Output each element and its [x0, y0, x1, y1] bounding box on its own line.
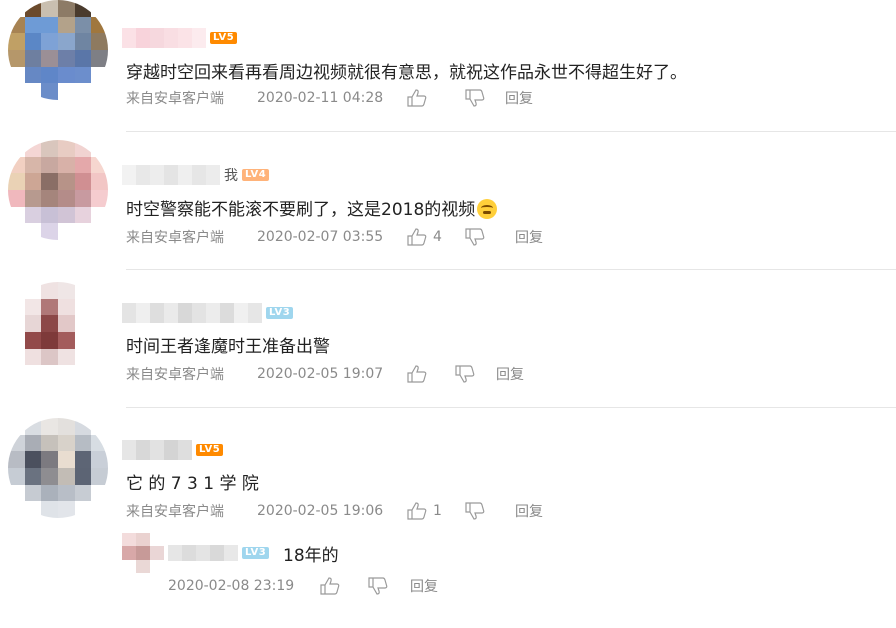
- like-count: 4: [433, 229, 442, 245]
- level-badge: LV3: [242, 547, 270, 559]
- like-button[interactable]: [407, 365, 455, 383]
- username-redacted: [122, 303, 262, 323]
- thumb-up-icon: [407, 228, 427, 246]
- like-button[interactable]: 1: [407, 502, 465, 520]
- reply-button[interactable]: 回复: [410, 576, 438, 596]
- source-label: 来自安卓客户端: [126, 230, 224, 246]
- comment-meta: 2020-02-08 23:19 回复: [168, 576, 438, 596]
- divider: [126, 407, 896, 408]
- dislike-button[interactable]: [465, 89, 505, 107]
- thumb-up-icon: [407, 89, 427, 107]
- comment-meta: 来自安卓客户端 2020-02-05 19:07 回复: [126, 364, 524, 384]
- dislike-button[interactable]: [465, 228, 515, 246]
- reply-button[interactable]: 回复: [515, 227, 543, 247]
- avatar[interactable]: [122, 533, 164, 573]
- like-button[interactable]: 4: [407, 228, 465, 246]
- divider: [126, 269, 896, 270]
- comment-meta: 来自安卓客户端 2020-02-05 19:06 1 回复: [126, 501, 543, 521]
- avatar[interactable]: [8, 418, 108, 518]
- comment-text-body: 时空警察能不能滚不要刷了，这是2018的视频: [126, 200, 476, 220]
- username[interactable]: LV5: [122, 27, 238, 49]
- thumb-down-icon: [465, 89, 485, 107]
- dislike-button[interactable]: [465, 502, 515, 520]
- comment-meta: 来自安卓客户端 2020-02-11 04:28 回复: [126, 88, 533, 108]
- source-label: 来自安卓客户端: [126, 504, 224, 520]
- reply-text: 18年的: [283, 546, 339, 566]
- username[interactable]: LV5: [122, 439, 224, 461]
- thumb-down-icon: [368, 577, 388, 595]
- comment-text: 穿越时空回来看再看周边视频就很有意思，就祝这作品永世不得超生好了。: [126, 63, 687, 83]
- thumb-up-icon: [407, 365, 427, 383]
- username-tail: 我: [224, 168, 238, 184]
- source-label: 来自安卓客户端: [126, 91, 224, 107]
- timestamp: 2020-02-08 23:19: [168, 578, 295, 594]
- level-badge: LV4: [242, 169, 270, 181]
- emoji-icon: [477, 199, 498, 219]
- reply-button[interactable]: 回复: [515, 501, 543, 521]
- avatar[interactable]: [8, 140, 108, 240]
- timestamp: 2020-02-05 19:07: [257, 366, 384, 382]
- level-badge: LV3: [266, 307, 294, 319]
- username-redacted: [122, 165, 220, 185]
- thumb-up-icon: [407, 502, 427, 520]
- username[interactable]: LV3: [168, 542, 270, 564]
- like-button[interactable]: [407, 89, 465, 107]
- thumb-down-icon: [455, 365, 475, 383]
- dislike-button[interactable]: [368, 577, 410, 595]
- thumb-down-icon: [465, 502, 485, 520]
- reply-button[interactable]: 回复: [505, 88, 533, 108]
- divider: [126, 131, 896, 132]
- comment-text: 它 的 7 3 1 学 院: [126, 474, 259, 494]
- level-badge: LV5: [196, 444, 224, 456]
- dislike-button[interactable]: [455, 365, 496, 383]
- username-redacted: [122, 440, 192, 460]
- avatar[interactable]: [8, 0, 108, 100]
- like-button[interactable]: [320, 577, 368, 595]
- username-redacted: [122, 28, 206, 48]
- thumb-down-icon: [465, 228, 485, 246]
- avatar[interactable]: [8, 282, 108, 382]
- thumb-up-icon: [320, 577, 340, 595]
- timestamp: 2020-02-11 04:28: [257, 90, 384, 106]
- like-count: 1: [433, 503, 442, 519]
- reply-button[interactable]: 回复: [496, 364, 524, 384]
- level-badge: LV5: [210, 32, 238, 44]
- timestamp: 2020-02-07 03:55: [257, 229, 384, 245]
- comment-text: 时空警察能不能滚不要刷了，这是2018的视频: [126, 195, 498, 220]
- comment-meta: 来自安卓客户端 2020-02-07 03:55 4 回复: [126, 227, 543, 247]
- username[interactable]: 我 LV4: [122, 164, 270, 186]
- timestamp: 2020-02-05 19:06: [257, 503, 384, 519]
- source-label: 来自安卓客户端: [126, 367, 224, 383]
- username[interactable]: LV3: [122, 302, 294, 324]
- username-redacted: [168, 545, 238, 561]
- comment-text: 时间王者逢魔时王准备出警: [126, 337, 330, 357]
